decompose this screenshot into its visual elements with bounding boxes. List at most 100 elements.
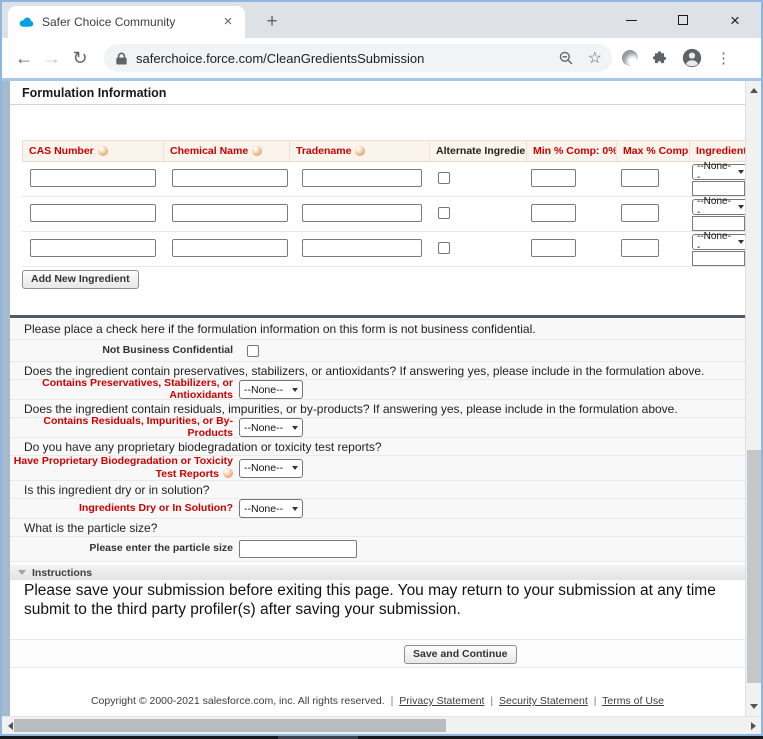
tradename-input[interactable] xyxy=(302,239,422,257)
col-min-comp: Min % Comp: 0% xyxy=(527,140,617,162)
reload-button[interactable]: ↻ xyxy=(66,48,94,69)
url-text: saferchoice.force.com/CleanGredientsSubm… xyxy=(136,51,558,66)
residuals-question: Does the ingredient contain residuals, i… xyxy=(10,402,678,416)
max-comp-input[interactable] xyxy=(621,204,659,222)
ingredient-class-select[interactable]: --None-- xyxy=(692,199,749,215)
not-business-confidential-checkbox[interactable] xyxy=(247,345,259,357)
chemical-name-input[interactable] xyxy=(172,239,288,257)
preservatives-label: Contains Preservatives, Stabilizers, or … xyxy=(10,378,233,401)
copyright-text: Copyright © 2000-2021 salesforce.com, in… xyxy=(91,695,385,707)
min-comp-input[interactable] xyxy=(531,204,576,222)
min-comp-input[interactable] xyxy=(531,169,576,187)
horizontal-scrollbar[interactable] xyxy=(2,716,761,734)
toolbar-right-icons: ⋮ xyxy=(622,47,731,69)
back-button[interactable]: ← xyxy=(10,48,38,69)
privacy-statement-link[interactable]: Privacy Statement xyxy=(399,695,484,707)
vertical-scrollbar[interactable] xyxy=(745,81,761,716)
ingredient-class-other-input[interactable] xyxy=(692,181,745,196)
preservatives-question: Does the ingredient contain preservative… xyxy=(10,364,704,378)
cas-number-input[interactable] xyxy=(30,239,156,257)
browser-tab[interactable]: Safer Choice Community × xyxy=(8,6,245,38)
confidential-note: Please place a check here if the formula… xyxy=(10,322,536,336)
forward-button[interactable]: → xyxy=(38,48,66,69)
not-business-confidential-label: Not Business Confidential xyxy=(10,345,233,357)
browser-window: Safer Choice Community × + × ← → ↻ safer… xyxy=(0,0,763,736)
ingredient-class-other-input[interactable] xyxy=(692,216,745,231)
min-comp-input[interactable] xyxy=(531,239,576,257)
ingredient-row: --None-- xyxy=(22,162,761,197)
add-new-ingredient-button[interactable]: Add New Ingredient xyxy=(22,270,139,289)
lock-icon xyxy=(116,52,127,65)
tradename-input[interactable] xyxy=(302,204,422,222)
vertical-scrollbar-thumb[interactable] xyxy=(747,450,761,683)
max-comp-input[interactable] xyxy=(621,239,659,257)
ingredient-table: CAS Number Chemical Name Tradename Alter… xyxy=(22,140,761,267)
scroll-down-arrow-icon[interactable] xyxy=(746,699,761,714)
save-and-continue-button[interactable]: Save and Continue xyxy=(404,645,517,664)
address-bar[interactable]: saferchoice.force.com/CleanGredientsSubm… xyxy=(104,44,612,72)
instructions-text: Please save your submission before exiti… xyxy=(24,581,761,619)
new-tab-button[interactable]: + xyxy=(260,11,284,35)
chemical-name-input[interactable] xyxy=(172,204,288,222)
particle-label: Please enter the particle size xyxy=(10,543,233,555)
maximize-icon xyxy=(678,15,688,25)
ingredient-class-select[interactable]: --None-- xyxy=(692,234,749,250)
extension-orb-icon[interactable] xyxy=(622,50,638,66)
alternate-ingredient-checkbox[interactable] xyxy=(438,172,450,184)
dry-label: Ingredients Dry or In Solution? xyxy=(10,503,233,515)
residuals-label: Contains Residuals, Impurities, or By-Pr… xyxy=(10,416,233,439)
col-cas-number: CAS Number xyxy=(22,140,164,162)
col-max-comp: Max % Comp: 0% xyxy=(617,140,690,162)
extensions-puzzle-icon[interactable] xyxy=(651,50,668,67)
particle-size-input[interactable] xyxy=(239,540,357,558)
reports-select[interactable]: --None-- xyxy=(239,459,303,478)
alternate-ingredient-checkbox[interactable] xyxy=(438,207,450,219)
profile-avatar-icon[interactable] xyxy=(681,47,703,69)
cas-number-input[interactable] xyxy=(30,169,156,187)
page-content: Formulation Information CAS Number Chemi… xyxy=(2,81,761,716)
zoom-out-icon[interactable] xyxy=(558,50,574,66)
questions-panel: Please place a check here if the formula… xyxy=(10,318,761,562)
close-button[interactable]: × xyxy=(709,2,761,38)
chevron-down-icon xyxy=(738,205,744,209)
security-statement-link[interactable]: Security Statement xyxy=(499,695,588,707)
help-icon[interactable] xyxy=(252,146,262,156)
reports-label: Have Proprietary Biodegradation or Toxic… xyxy=(10,456,233,480)
help-icon[interactable] xyxy=(98,146,108,156)
chevron-down-icon xyxy=(738,170,744,174)
cas-number-input[interactable] xyxy=(30,204,156,222)
tab-close-icon[interactable]: × xyxy=(219,13,237,31)
dry-select[interactable]: --None-- xyxy=(239,499,303,518)
scroll-right-arrow-icon[interactable] xyxy=(746,717,760,734)
col-tradename: Tradename xyxy=(290,140,430,162)
ingredient-row: --None-- xyxy=(22,232,761,267)
instructions-title: Instructions xyxy=(32,567,92,579)
help-icon[interactable] xyxy=(223,468,233,478)
close-icon: × xyxy=(730,12,740,29)
page-left-margin xyxy=(2,81,10,716)
minimize-button[interactable] xyxy=(605,2,657,38)
ingredient-row: --None-- xyxy=(22,197,761,232)
instructions-header[interactable]: Instructions xyxy=(10,565,761,580)
tradename-input[interactable] xyxy=(302,169,422,187)
save-button-band: Save and Continue xyxy=(10,639,761,668)
menu-dots-icon[interactable]: ⋮ xyxy=(716,49,731,67)
chevron-down-icon xyxy=(738,240,744,244)
reports-question: Do you have any proprietary biodegradati… xyxy=(10,440,382,454)
ingredient-class-select[interactable]: --None-- xyxy=(692,164,749,180)
scroll-up-arrow-icon[interactable] xyxy=(746,83,761,98)
help-icon[interactable] xyxy=(355,146,365,156)
maximize-button[interactable] xyxy=(657,2,709,38)
salesforce-cloud-favicon xyxy=(18,16,34,28)
max-comp-input[interactable] xyxy=(621,169,659,187)
bookmark-star-icon[interactable]: ☆ xyxy=(588,48,602,68)
ingredient-class-other-input[interactable] xyxy=(692,251,745,266)
title-bar: Safer Choice Community × + × xyxy=(2,2,761,38)
residuals-select[interactable]: --None-- xyxy=(239,418,303,437)
terms-of-use-link[interactable]: Terms of Use xyxy=(602,695,664,707)
chemical-name-input[interactable] xyxy=(172,169,288,187)
title-rule xyxy=(10,104,761,105)
horizontal-scrollbar-thumb[interactable] xyxy=(14,719,446,732)
alternate-ingredient-checkbox[interactable] xyxy=(438,242,450,254)
preservatives-select[interactable]: --None-- xyxy=(239,380,303,399)
